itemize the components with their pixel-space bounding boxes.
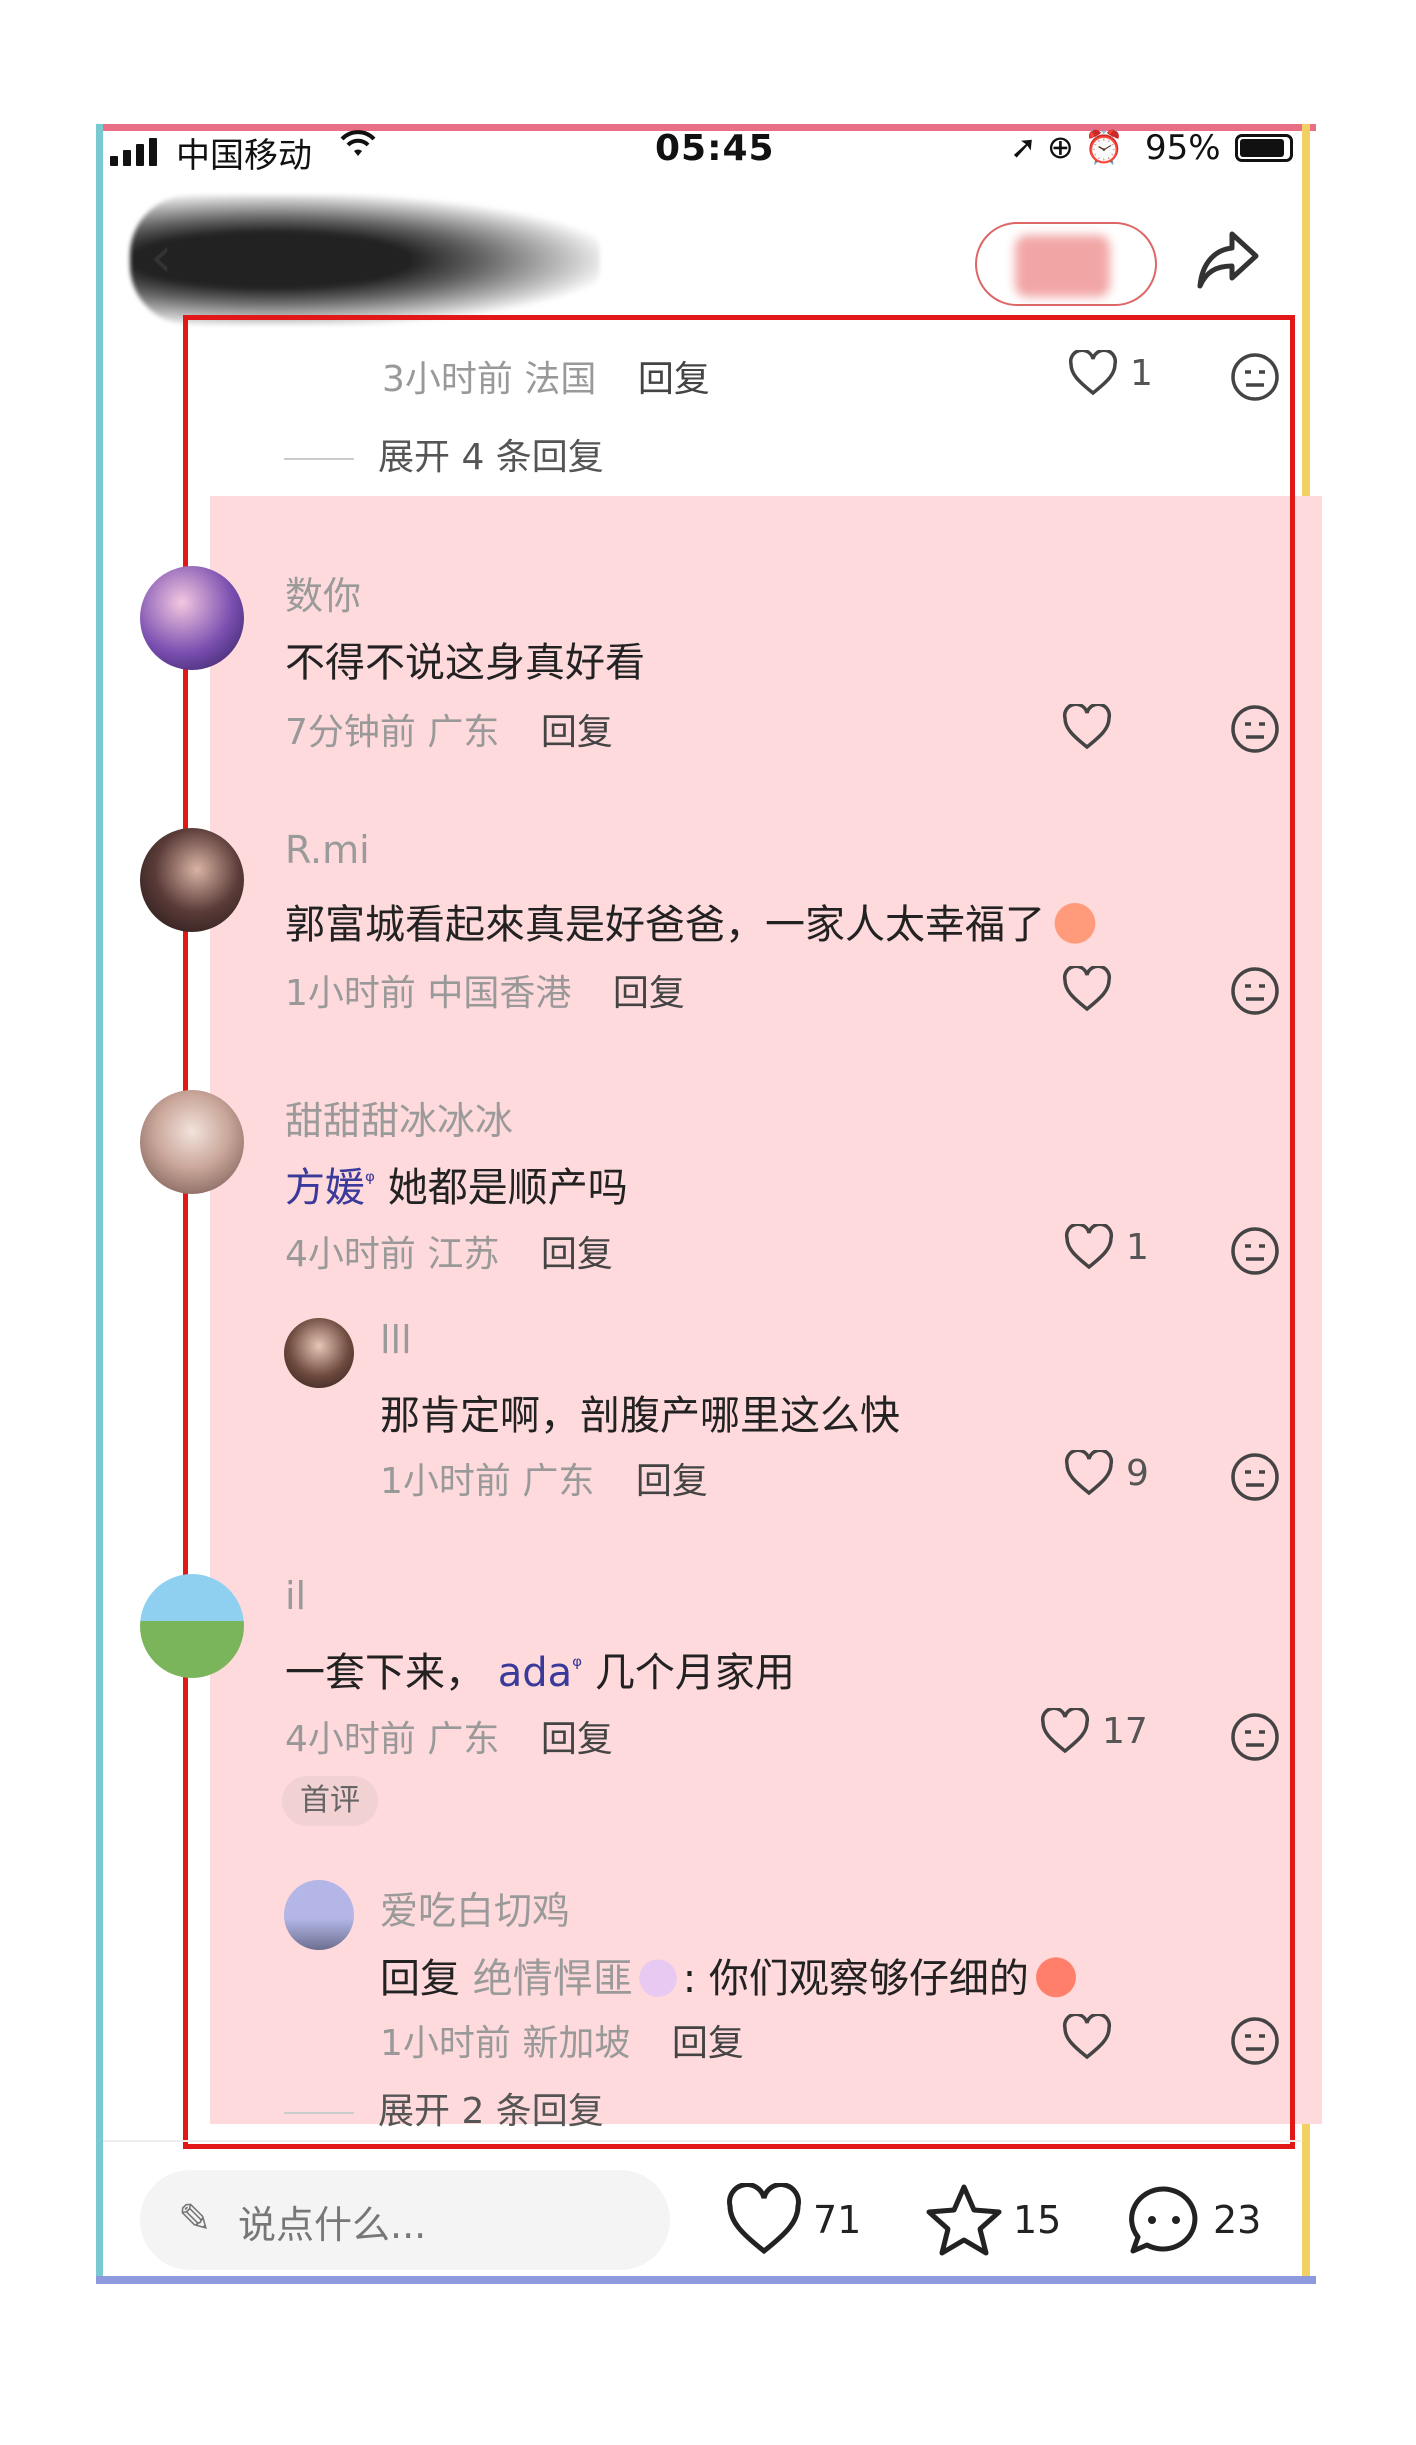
comment-text: 那肯定啊，剖腹产哪里这么快: [380, 1393, 900, 1439]
status-time: 05:45: [655, 128, 775, 169]
like-post-button[interactable]: 71: [725, 2183, 861, 2257]
comment-user[interactable]: il: [285, 1574, 306, 1618]
emoji-icon[interactable]: [1230, 704, 1280, 754]
like-count: 9: [1126, 1452, 1149, 1494]
comment-icon: [1129, 2186, 1198, 2254]
heart-icon: [1068, 350, 1118, 396]
avatar[interactable]: [140, 1574, 244, 1678]
back-icon[interactable]: ‹: [150, 225, 172, 290]
like-count: 17: [1102, 1710, 1148, 1752]
reply-button[interactable]: 回复: [672, 2023, 744, 2064]
like-count: 1: [1126, 1226, 1149, 1268]
like-button[interactable]: [1062, 2014, 1112, 2060]
frame-bottom-line: [96, 2276, 1316, 2284]
star-icon: [926, 2184, 1002, 2256]
comment-count: 23: [1213, 2198, 1262, 2242]
search-icon: ᵠ: [572, 1652, 583, 1680]
like-count: 1: [1130, 352, 1153, 394]
comment-input-placeholder: 说点什么...: [238, 2203, 427, 2247]
comment-user[interactable]: 数你: [285, 565, 361, 620]
emoji-icon[interactable]: [1230, 1226, 1280, 1276]
comment-meta: 7分钟前 广东 回复: [285, 712, 613, 753]
comment-meta: 1小时前 中国香港 回复: [285, 973, 685, 1014]
heart-icon: [1062, 2014, 1112, 2060]
comment-user[interactable]: 甜甜甜冰冰冰: [285, 1090, 513, 1145]
comment-text: 一套下来， adaᵠ 几个月家用: [285, 1650, 795, 1696]
reply-button[interactable]: 回复: [613, 973, 685, 1014]
avatar[interactable]: [284, 1880, 354, 1950]
avatar[interactable]: [140, 828, 244, 932]
location-icon: ➚: [1010, 128, 1037, 166]
comment-button[interactable]: 23: [1125, 2183, 1261, 2257]
comment-text: 郭富城看起來真是好爸爸，一家人太幸福了: [285, 892, 1101, 950]
reply-button[interactable]: 回复: [636, 1461, 708, 1502]
comment-meta: 1小时前 新加坡 回复: [380, 2023, 744, 2064]
emoji-icon[interactable]: [1230, 2016, 1280, 2066]
like-button[interactable]: [1062, 704, 1112, 750]
comment-text: 不得不说这身真好看: [285, 640, 645, 686]
like-button[interactable]: 17: [1040, 1708, 1148, 1754]
heart-icon: [727, 2183, 801, 2255]
status-icons: ➚ ⊕ ⏰: [1010, 128, 1124, 166]
comment-location: 法国: [524, 359, 597, 400]
signal-icon: [110, 136, 157, 166]
like-button[interactable]: 9: [1064, 1450, 1149, 1496]
heart-icon: [1064, 1450, 1114, 1496]
alarm-icon: ⏰: [1083, 128, 1124, 166]
comment-user[interactable]: lll: [380, 1318, 412, 1362]
battery-icon: [1235, 134, 1293, 162]
avatar[interactable]: [140, 566, 244, 670]
redacted-user-scribble: [130, 195, 600, 325]
favorite-count: 15: [1013, 2198, 1062, 2242]
frame-left-line: [96, 124, 103, 2284]
emoji-icon[interactable]: [1230, 1452, 1280, 1502]
battery-percent: 95%: [1145, 128, 1221, 168]
emoji-icon[interactable]: [1230, 1712, 1280, 1762]
avatar[interactable]: [284, 1318, 354, 1388]
reply-button[interactable]: 回复: [541, 712, 613, 753]
heart-icon: [1062, 704, 1112, 750]
emoji-icon[interactable]: [1230, 966, 1280, 1016]
unicorn-emoji-icon: [634, 1954, 681, 1998]
reply-button[interactable]: 回复: [638, 359, 710, 400]
heart-icon: [1064, 1224, 1114, 1270]
comment-meta: 1小时前 广东 回复: [380, 1461, 708, 1502]
reply-button[interactable]: 回复: [541, 1719, 613, 1760]
share-icon[interactable]: [1190, 222, 1266, 298]
heart-icon: [1040, 1708, 1090, 1754]
peach-emoji-icon: [1049, 898, 1101, 944]
reply-button[interactable]: 回复: [541, 1234, 613, 1275]
comment-meta: 4小时前 江苏 回复: [285, 1234, 613, 1275]
peach-emoji-icon: [1030, 1952, 1081, 1998]
comment-text: 方媛ᵠ 她都是顺产吗: [285, 1165, 628, 1211]
expand-replies[interactable]: 展开 4 条回复: [284, 428, 604, 480]
wifi-icon: [340, 130, 376, 168]
comment-text: 回复 绝情悍匪: 你们观察够仔细的: [380, 1946, 1081, 2004]
avatar[interactable]: [140, 1090, 244, 1194]
post-like-count: 71: [813, 2198, 862, 2242]
lock-rotation-icon: ⊕: [1046, 128, 1074, 166]
like-button[interactable]: [1062, 966, 1112, 1012]
follow-button-redaction: [1015, 235, 1110, 297]
first-comment-badge: 首评: [282, 1776, 378, 1826]
reply-target-user[interactable]: 绝情悍匪: [473, 1956, 633, 2002]
pencil-icon: ✎: [178, 2196, 212, 2242]
comment-meta: 4小时前 广东 回复: [285, 1719, 613, 1760]
carrier-name: 中国移动: [176, 136, 312, 176]
like-button[interactable]: 1: [1064, 1224, 1149, 1270]
search-icon: ᵠ: [365, 1167, 375, 1195]
favorite-button[interactable]: 15: [925, 2183, 1061, 2257]
comment-time: 3小时前: [382, 359, 513, 400]
comment-user[interactable]: R.mi: [285, 828, 370, 872]
status-bar: 中国移动 05:45 ➚ ⊕ ⏰ 95%: [110, 128, 1300, 176]
bottom-divider: [103, 2140, 1301, 2142]
emoji-icon[interactable]: [1230, 352, 1280, 402]
mention-link[interactable]: ada: [498, 1650, 572, 1696]
expand-replies[interactable]: 展开 2 条回复: [284, 2082, 604, 2134]
comment-user[interactable]: 爱吃白切鸡: [380, 1880, 570, 1935]
comment-meta: 3小时前 法国 回复: [382, 350, 710, 402]
like-button[interactable]: 1: [1068, 350, 1153, 396]
heart-icon: [1062, 966, 1112, 1012]
mention-link[interactable]: 方媛: [285, 1165, 365, 1211]
